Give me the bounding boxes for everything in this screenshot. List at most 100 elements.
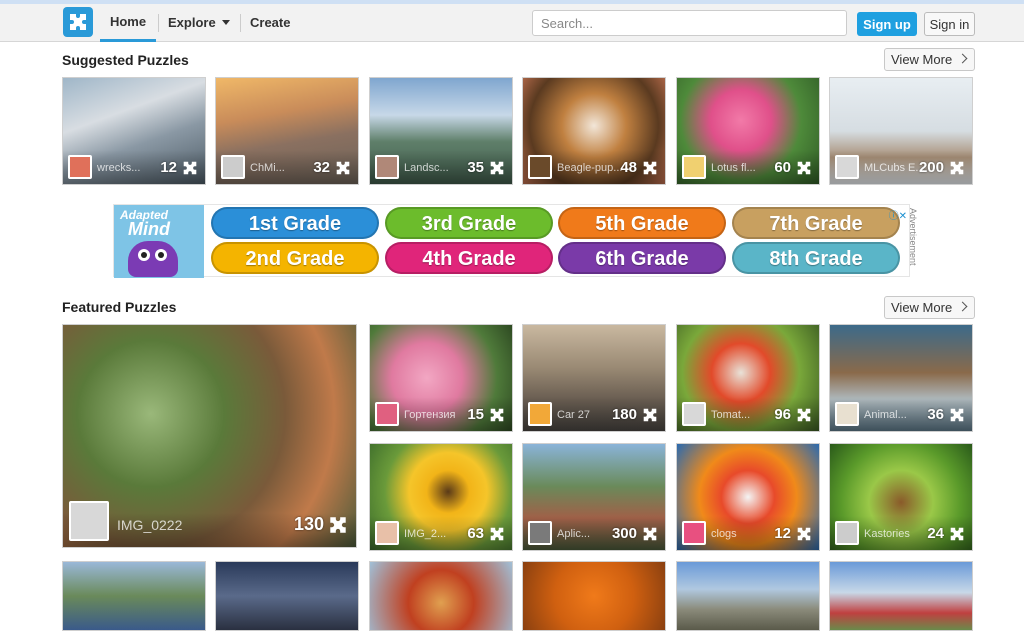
view-more-label: View More bbox=[891, 300, 953, 315]
puzzle-piece-icon bbox=[795, 159, 813, 177]
puzzle-name: Lotus fl... bbox=[711, 162, 756, 174]
featured-puzzle-tile[interactable]: Car 27 180 bbox=[522, 324, 666, 432]
featured-puzzle-tile[interactable]: Kastories 24 bbox=[829, 443, 973, 551]
suggested-puzzle-tile[interactable]: MLCubs E... 200 bbox=[829, 77, 973, 185]
suggested-puzzles-title: Suggested Puzzles bbox=[62, 52, 189, 68]
piece-count: 12 bbox=[774, 525, 791, 542]
signin-button[interactable]: Sign in bbox=[924, 12, 975, 36]
suggested-puzzle-tile[interactable]: ChMi... 32 bbox=[215, 77, 359, 185]
suggested-puzzle-tile[interactable]: Landsc... 35 bbox=[369, 77, 513, 185]
featured-puzzle-tile[interactable] bbox=[62, 561, 206, 631]
piece-count: 15 bbox=[467, 406, 484, 423]
nav-create[interactable]: Create bbox=[250, 4, 290, 42]
puzzle-piece-icon bbox=[795, 525, 813, 543]
featured-puzzle-tile[interactable]: IMG_2... 63 bbox=[369, 443, 513, 551]
featured-puzzle-tile[interactable] bbox=[522, 561, 666, 631]
avatar[interactable] bbox=[528, 155, 552, 179]
grade-button[interactable]: 7th Grade bbox=[732, 207, 900, 239]
puzzle-piece-icon bbox=[948, 159, 966, 177]
advertisement-banner[interactable]: Adapted Mind 1st Grade 3rd Grade 5th Grade… bbox=[113, 204, 910, 278]
featured-puzzle-tile[interactable] bbox=[215, 561, 359, 631]
piece-count: 48 bbox=[620, 159, 637, 176]
avatar[interactable] bbox=[682, 521, 706, 545]
ad-label: Advertisement bbox=[908, 208, 918, 266]
avatar[interactable] bbox=[375, 402, 399, 426]
featured-puzzle-tile[interactable]: Tomat... 96 bbox=[676, 324, 820, 432]
puzzle-piece-icon bbox=[488, 406, 506, 424]
search-input[interactable] bbox=[532, 10, 847, 36]
avatar[interactable] bbox=[835, 155, 859, 179]
puzzle-name: MLCubs E... bbox=[864, 162, 925, 174]
featured-puzzle-tile[interactable]: Гортензия 15 bbox=[369, 324, 513, 432]
grade-button[interactable]: 4th Grade bbox=[385, 242, 553, 274]
view-more-label: View More bbox=[891, 52, 953, 67]
puzzle-thumbnail-image bbox=[63, 562, 205, 630]
puzzle-name: Гортензия bbox=[404, 409, 456, 421]
puzzle-name: ChMi... bbox=[250, 162, 285, 174]
puzzle-piece-icon bbox=[334, 159, 352, 177]
grade-button[interactable]: 8th Grade bbox=[732, 242, 900, 274]
featured-puzzle-tile[interactable] bbox=[676, 561, 820, 631]
featured-puzzle-tile-large[interactable]: IMG_0222 130 bbox=[62, 324, 357, 548]
suggested-puzzle-tile[interactable]: wrecks... 12 bbox=[62, 77, 206, 185]
avatar[interactable] bbox=[68, 155, 92, 179]
avatar[interactable] bbox=[528, 402, 552, 426]
puzzle-piece-icon bbox=[488, 525, 506, 543]
nav-explore[interactable]: Explore bbox=[168, 4, 230, 42]
ad-close-icon[interactable]: ⓘ✕ bbox=[885, 207, 907, 222]
signup-button[interactable]: Sign up bbox=[857, 12, 917, 36]
puzzle-name: Animal... bbox=[864, 409, 907, 421]
avatar[interactable] bbox=[221, 155, 245, 179]
puzzle-piece-icon bbox=[795, 406, 813, 424]
puzzle-name: Tomat... bbox=[711, 409, 751, 421]
featured-puzzle-tile[interactable]: clogs 12 bbox=[676, 443, 820, 551]
suggested-view-more-button[interactable]: View More bbox=[884, 48, 975, 71]
mascot-eye bbox=[138, 249, 150, 261]
featured-puzzle-tile[interactable] bbox=[829, 561, 973, 631]
piece-count: 180 bbox=[611, 406, 637, 423]
avatar[interactable] bbox=[375, 521, 399, 545]
grade-button[interactable]: 3rd Grade bbox=[385, 207, 553, 239]
avatar[interactable] bbox=[682, 155, 706, 179]
featured-view-more-button[interactable]: View More bbox=[884, 296, 975, 319]
avatar[interactable] bbox=[528, 521, 552, 545]
featured-puzzle-tile[interactable] bbox=[369, 561, 513, 631]
puzzle-name: Car 27 bbox=[557, 409, 591, 421]
featured-puzzle-tile[interactable]: Aplic... 300 bbox=[522, 443, 666, 551]
chevron-right-icon bbox=[957, 301, 968, 312]
avatar[interactable] bbox=[375, 155, 399, 179]
puzzle-piece-icon bbox=[181, 159, 199, 177]
nav-explore-label: Explore bbox=[168, 15, 216, 30]
piece-count: 35 bbox=[467, 159, 484, 176]
jigsaw-logo-icon[interactable] bbox=[63, 7, 93, 37]
grade-button[interactable]: 6th Grade bbox=[558, 242, 726, 274]
puzzle-piece-icon bbox=[641, 159, 659, 177]
puzzle-name: IMG_0222 bbox=[117, 517, 183, 533]
avatar[interactable] bbox=[682, 402, 706, 426]
piece-count: 12 bbox=[160, 159, 177, 176]
mascot-image bbox=[128, 241, 178, 277]
grade-button[interactable]: 1st Grade bbox=[211, 207, 379, 239]
puzzle-name: Aplic... bbox=[557, 528, 591, 540]
puzzle-name: Kastories bbox=[864, 528, 910, 540]
nav-home[interactable]: Home bbox=[100, 4, 156, 42]
piece-count: 24 bbox=[927, 525, 944, 542]
chevron-down-icon bbox=[221, 20, 230, 26]
nav-divider bbox=[158, 14, 159, 32]
piece-count: 60 bbox=[774, 159, 791, 176]
piece-count: 63 bbox=[467, 525, 484, 542]
nav-divider bbox=[240, 14, 241, 32]
suggested-puzzle-tile[interactable]: Beagle-pup... 48 bbox=[522, 77, 666, 185]
grade-button[interactable]: 2nd Grade bbox=[211, 242, 379, 274]
featured-puzzle-tile[interactable]: Animal... 36 bbox=[829, 324, 973, 432]
puzzle-thumbnail-image bbox=[370, 562, 512, 630]
puzzle-piece-icon bbox=[948, 406, 966, 424]
ad-brand-line2: Mind bbox=[128, 219, 170, 239]
avatar[interactable] bbox=[835, 402, 859, 426]
piece-count: 200 bbox=[918, 159, 944, 176]
avatar[interactable] bbox=[69, 501, 109, 541]
avatar[interactable] bbox=[835, 521, 859, 545]
grade-button[interactable]: 5th Grade bbox=[558, 207, 726, 239]
suggested-puzzle-tile[interactable]: Lotus fl... 60 bbox=[676, 77, 820, 185]
puzzle-piece-icon bbox=[327, 514, 349, 536]
